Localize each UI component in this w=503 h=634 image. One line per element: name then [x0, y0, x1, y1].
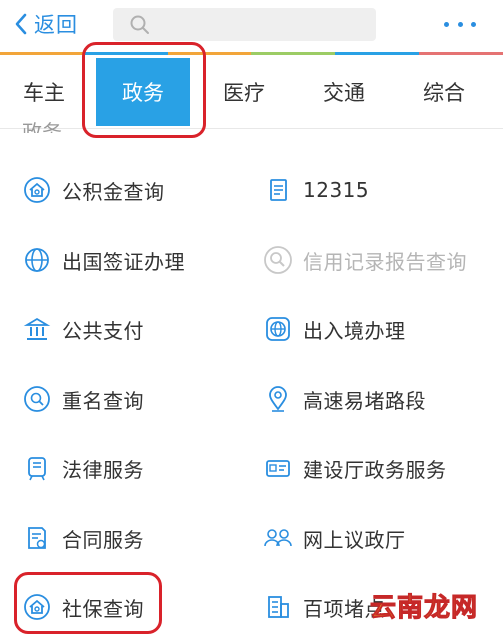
- tab-general[interactable]: 综合: [400, 56, 488, 128]
- tab-label: 车主: [23, 81, 65, 105]
- color-strip-segment: [251, 52, 336, 55]
- service-item-12315[interactable]: 12315: [263, 168, 369, 212]
- service-label: 法律服务: [62, 457, 144, 482]
- tab-label: 交通: [323, 81, 365, 105]
- service-label: 建设厅政务服务: [303, 457, 447, 482]
- service-item-housing-fund[interactable]: 公积金查询: [22, 168, 165, 212]
- highlight-annotation: [14, 572, 162, 634]
- service-label: 网上议政厅: [303, 527, 406, 552]
- service-label: 重名查询: [62, 388, 144, 413]
- service-item-credit-report[interactable]: 信用记录报告查询: [263, 238, 467, 282]
- building-icon: [263, 592, 293, 622]
- tab-label: 综合: [423, 81, 465, 105]
- color-strip-segment: [419, 52, 503, 55]
- credit-search-icon: [263, 245, 293, 275]
- service-item-construction-affairs[interactable]: 建设厅政务服务: [263, 446, 447, 490]
- law-icon: [22, 453, 52, 483]
- service-label: 12315: [303, 178, 370, 202]
- color-strip-segment: [0, 52, 84, 55]
- service-item-contract[interactable]: 合同服务: [22, 516, 144, 560]
- service-label: 出国签证办理: [62, 249, 185, 274]
- color-strip: [0, 52, 503, 55]
- highlight-annotation: [82, 42, 206, 138]
- service-item-public-payment[interactable]: 公共支付: [22, 307, 144, 351]
- people-icon: [263, 523, 293, 553]
- home-badge-icon: [22, 175, 52, 205]
- service-item-highway-congestion[interactable]: 高速易堵路段: [263, 377, 426, 421]
- service-item-name-search[interactable]: 重名查询: [22, 377, 144, 421]
- watermark-logo: 云南龙网: [369, 593, 479, 624]
- service-label: 高速易堵路段: [303, 388, 426, 413]
- service-label: 信用记录报告查询: [303, 249, 467, 274]
- top-bar: 返回: [0, 0, 503, 48]
- search-input[interactable]: [113, 8, 376, 41]
- bank-icon: [22, 314, 52, 344]
- document-icon: [263, 175, 293, 205]
- category-tabs: 车主 政务 医疗 交通 综合: [0, 56, 503, 129]
- id-card-icon: [263, 453, 293, 483]
- tab-label: 医疗: [223, 81, 265, 105]
- service-item-hundred-blockers[interactable]: 百项堵点: [263, 585, 385, 629]
- back-label: 返回: [34, 13, 78, 37]
- section-title: 政务: [22, 120, 62, 133]
- service-label: 公积金查询: [62, 179, 165, 204]
- location-pin-icon: [263, 384, 293, 414]
- contract-icon: [22, 523, 52, 553]
- color-strip-segment: [335, 52, 420, 55]
- chevron-left-icon: [15, 13, 27, 35]
- tab-medical[interactable]: 医疗: [200, 56, 288, 128]
- more-dots-icon: [444, 21, 449, 27]
- globe-icon: [22, 245, 52, 275]
- service-item-legal[interactable]: 法律服务: [22, 446, 144, 490]
- service-item-online-forum[interactable]: 网上议政厅: [263, 516, 406, 560]
- tab-transport[interactable]: 交通: [300, 56, 388, 128]
- more-menu-button[interactable]: [444, 18, 476, 30]
- globe-badge-icon: [263, 314, 293, 344]
- back-button[interactable]: 返回: [14, 10, 78, 38]
- name-search-icon: [22, 384, 52, 414]
- search-icon: [130, 15, 149, 34]
- service-label: 合同服务: [62, 527, 144, 552]
- service-item-visa[interactable]: 出国签证办理: [22, 238, 185, 282]
- service-label: 公共支付: [62, 318, 144, 343]
- service-label: 出入境办理: [303, 318, 406, 343]
- service-item-exit-entry[interactable]: 出入境办理: [263, 307, 406, 351]
